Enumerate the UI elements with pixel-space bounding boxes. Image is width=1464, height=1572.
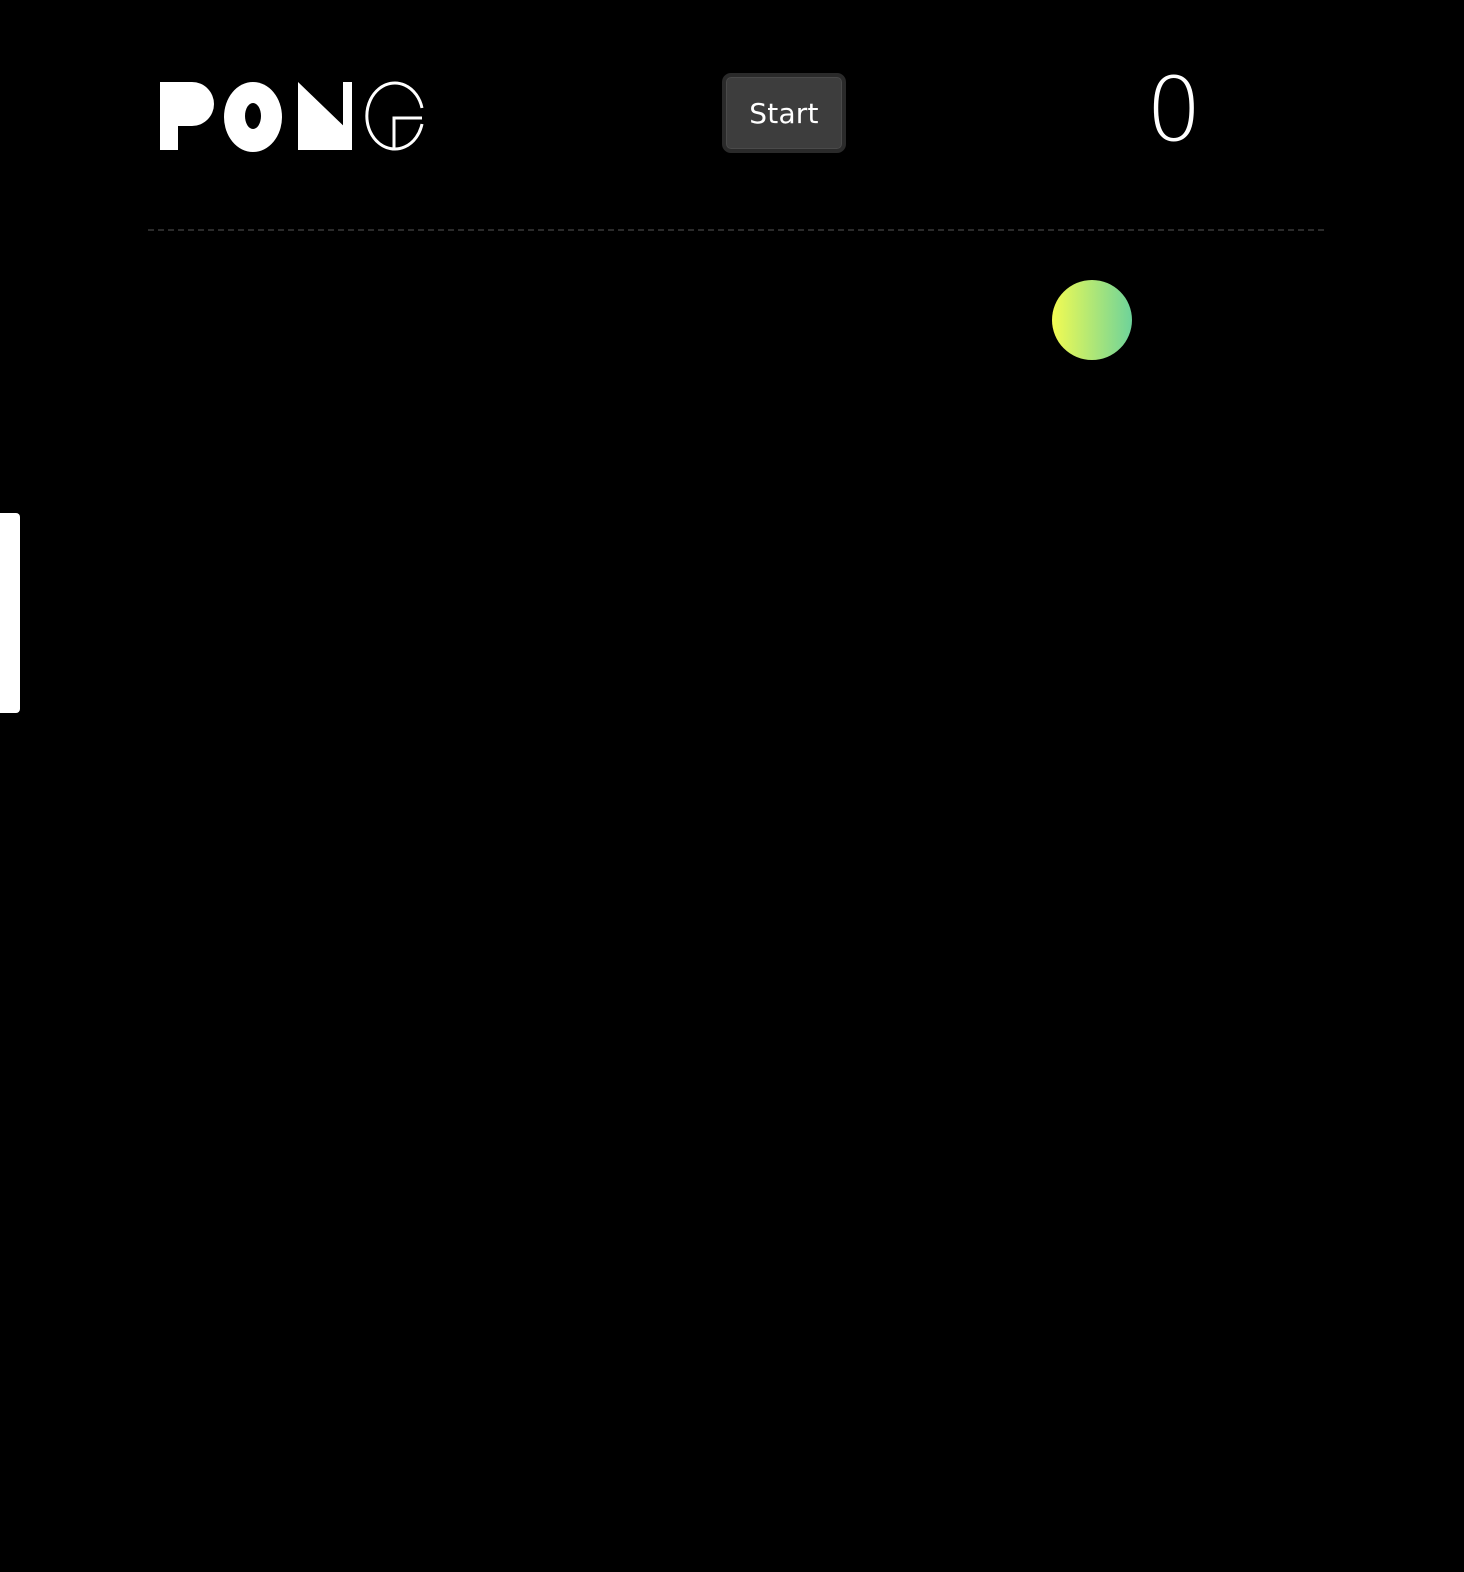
pong-logo: [158, 78, 426, 154]
pong-game: Start 0: [0, 0, 1464, 1572]
player-paddle[interactable]: [0, 513, 20, 713]
ball: [1052, 280, 1132, 360]
start-button[interactable]: Start: [722, 73, 846, 153]
score: 0: [1146, 58, 1202, 161]
top-divider: [148, 229, 1324, 231]
